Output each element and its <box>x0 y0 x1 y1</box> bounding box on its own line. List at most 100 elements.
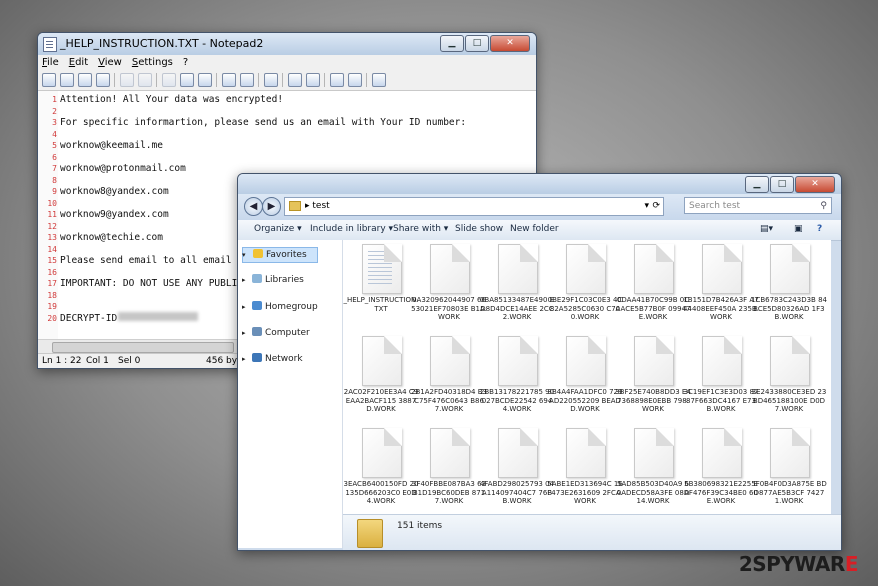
file-item[interactable]: 0BE29F1C03C0E3 4C82A5285C0630 C700.WORK <box>548 244 622 332</box>
file-item[interactable]: 2BB13178221785 90027BCDE22542 6944.WORK <box>480 336 554 424</box>
file-item[interactable]: 3C19EF1C3E3D03 8787F663DC4167 E73B.WORK <box>684 336 758 424</box>
menu-view[interactable]: View <box>98 55 122 70</box>
forward-arrow-icon[interactable]: ▶ <box>262 197 281 216</box>
nav-label: Homegroup <box>265 302 318 312</box>
homegroup-icon <box>252 301 262 310</box>
toolbar-separator <box>324 73 325 87</box>
view-options-icon[interactable]: ▤▾ <box>760 224 773 234</box>
file-item[interactable]: 5F0B4F0D3A875E BDD877AE5B3CF 74271.WORK <box>751 428 827 514</box>
address-bar[interactable]: ▸ test ▾ ⟳ <box>284 197 664 216</box>
status-selection: Sel 0 <box>118 356 141 366</box>
file-name: 0BA85133487E490 ED8D4DCE14AEE 2CC2.WORK <box>479 296 555 321</box>
exit-icon[interactable] <box>372 73 386 87</box>
editor-line: 1 Attention! All Your data was encrypted! <box>52 94 284 105</box>
computer-icon <box>252 327 262 336</box>
file-item[interactable]: 3F40FBBE087BA3 63B1D19BC60DEB 8717.WORK <box>412 428 486 514</box>
back-arrow-icon[interactable]: ◀ <box>244 197 263 216</box>
notepad-title: _HELP_INSTRUCTION.TXT - Notepad2 <box>60 37 264 50</box>
nav-item-computer[interactable]: ▸ Computer <box>242 326 310 340</box>
file-name: 3E2433880CE3ED 23BD465188100E D0D7.WORK <box>751 388 827 413</box>
help-icon[interactable]: ? <box>817 224 822 234</box>
nav-label: Computer <box>265 328 310 338</box>
find-icon[interactable] <box>222 73 236 87</box>
preview-pane-icon[interactable]: ▣ <box>794 224 803 234</box>
expand-arrow-icon: ▸ <box>242 355 246 363</box>
file-item[interactable]: 2AC02F210EE3A4 C9EAA2BACF115 3887D.WORK <box>344 336 418 424</box>
file-icon <box>362 428 402 478</box>
file-name: 2B1A2FD40318D4 B3C75F476C0643 B867.WORK <box>411 388 487 413</box>
paste-icon[interactable] <box>198 73 212 87</box>
file-item[interactable]: 0BA85133487E490 ED8D4DCE14AEE 2CC2.WORK <box>480 244 554 332</box>
file-item[interactable]: 0DAA41B70C99B 0CAACE5B77B0F 09947E.WORK <box>616 244 690 332</box>
file-icon <box>566 428 606 478</box>
open-folder-icon[interactable] <box>60 73 74 87</box>
maximize-button[interactable]: □ <box>770 176 794 193</box>
word-wrap-icon[interactable] <box>264 73 278 87</box>
undo-icon[interactable] <box>120 73 134 87</box>
folder-icon <box>289 200 301 211</box>
scheme-icon[interactable] <box>330 73 344 87</box>
file-item[interactable]: 1B151D7B426A3F A744408EEF450A 235B.WORK <box>683 244 759 332</box>
browse-icon[interactable] <box>78 73 92 87</box>
file-icon <box>634 336 674 386</box>
file-item[interactable]: 5B380698321E225 EAF476F39C34BE0 60E.WORK <box>684 428 758 514</box>
new-folder-button[interactable]: New folder <box>510 224 559 234</box>
file-icon <box>702 428 742 478</box>
close-button[interactable]: ✕ <box>795 176 835 193</box>
menu-edit[interactable]: Edit <box>69 55 88 70</box>
refresh-icon[interactable]: ⟳ <box>652 198 660 215</box>
minimize-button[interactable]: ▁ <box>440 35 464 52</box>
dropdown-icon[interactable]: ▾ <box>644 198 649 215</box>
new-file-icon[interactable] <box>42 73 56 87</box>
replace-icon[interactable] <box>240 73 254 87</box>
menu-settings[interactable]: Settings <box>132 55 173 70</box>
minimize-button[interactable]: ▁ <box>745 176 769 193</box>
zoom-out-icon[interactable] <box>306 73 320 87</box>
file-item[interactable]: 5AD85B503D40A9 60ADECD58A3FE 08D14.WORK <box>617 428 689 514</box>
zoom-in-icon[interactable] <box>288 73 302 87</box>
expand-arrow-icon: ▸ <box>242 276 246 284</box>
file-item[interactable]: 2B1A2FD40318D4 B3C75F476C0643 B867.WORK <box>411 336 487 424</box>
nav-item-homegroup[interactable]: ▸ Homegroup <box>242 300 318 314</box>
file-item[interactable]: 3E2433880CE3ED 23BD465188100E D0D7.WORK <box>752 336 826 424</box>
watermark-text: 2SPYWAR <box>738 552 846 576</box>
file-item[interactable]: 3EACB6400150FD 20135D666203C0 E0D4.WORK <box>344 428 418 514</box>
editor-line: 3 For specific informartion, please send … <box>52 117 467 128</box>
address-path: test <box>312 201 330 211</box>
address-area: ◀ ▶ ▸ test ▾ ⟳ Search test ⚲ <box>238 194 841 220</box>
file-icon <box>770 428 810 478</box>
menu-help[interactable]: ? <box>183 55 188 70</box>
redo-icon[interactable] <box>138 73 152 87</box>
slide-show-button[interactable]: Slide show <box>455 224 503 234</box>
nav-item-libraries[interactable]: ▸ Libraries <box>242 273 304 287</box>
menu-file[interactable]: File <box>42 55 59 70</box>
file-item[interactable]: _HELP_INSTRUCTION.TXT <box>343 244 419 332</box>
file-name: 3EACB6400150FD 20135D666203C0 E0D4.WORK <box>343 480 419 505</box>
nav-item-network[interactable]: ▸ Network <box>242 352 303 366</box>
file-item[interactable]: 5ABE1ED313694C 16F473E2631609 2FCA.WORK <box>547 428 623 514</box>
share-with-button[interactable]: Share with ▾ <box>393 224 448 234</box>
scroll-thumb[interactable] <box>52 342 234 353</box>
nav-item-favorites[interactable]: ▾ Favorites <box>242 247 318 263</box>
organize-button[interactable]: Organize ▾ <box>254 224 302 234</box>
explorer-titlebar[interactable]: ▁ □ ✕ <box>238 174 841 194</box>
save-icon[interactable] <box>96 73 110 87</box>
menu-bar: File Edit View Settings ? <box>38 55 536 70</box>
notepad-titlebar[interactable]: _HELP_INSTRUCTION.TXT - Notepad2 ▁ □ ✕ <box>38 33 536 55</box>
maximize-button[interactable]: □ <box>465 35 489 52</box>
file-item[interactable]: 0A320962044907 6653021EF70803E B1A.WORK <box>411 244 487 332</box>
close-button[interactable]: ✕ <box>490 35 530 52</box>
file-name: 1B151D7B426A3F A744408EEF450A 235B.WORK <box>683 296 759 321</box>
file-name: 3B4A4FAA1DFC0 729AD220552209 BEADD.WORK <box>547 388 623 413</box>
include-in-library-button[interactable]: Include in library ▾ <box>310 224 393 234</box>
file-item[interactable]: 3B4A4FAA1DFC0 729AD220552209 BEADD.WORK <box>548 336 622 424</box>
file-item[interactable]: 1CB6783C243D3B 848CE5D80326AD 1F3B.WORK <box>751 244 827 332</box>
file-icon <box>702 336 742 386</box>
search-input[interactable]: Search test ⚲ <box>684 197 832 214</box>
cut-icon[interactable] <box>162 73 176 87</box>
customize-icon[interactable] <box>348 73 362 87</box>
toolbar-separator <box>114 73 115 87</box>
copy-icon[interactable] <box>180 73 194 87</box>
file-item[interactable]: 4FABD298025793 04A114097404C7 76BB.WORK <box>480 428 554 514</box>
file-item[interactable]: 3BF25E740B8DD3 E47368898E0EBB 798.WORK <box>615 336 691 424</box>
